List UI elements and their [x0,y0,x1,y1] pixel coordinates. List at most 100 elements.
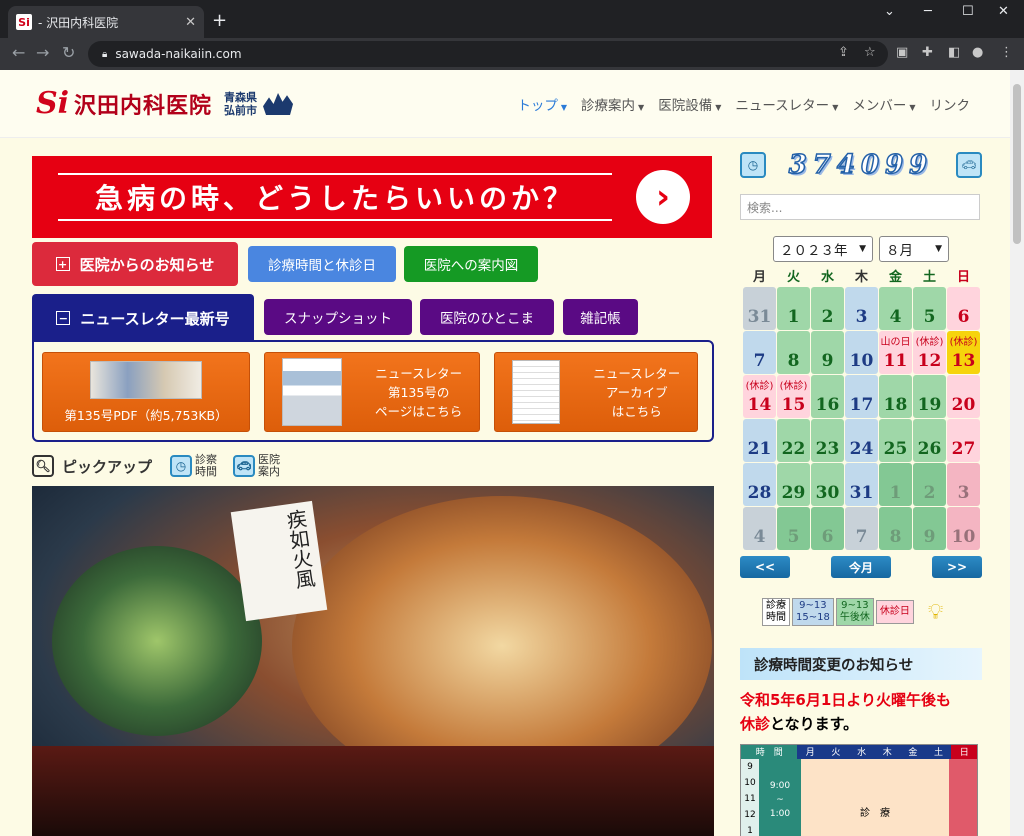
calendar-day[interactable]: 28 [743,463,776,506]
calendar-day[interactable]: 31 [845,463,878,506]
calendar-day-number: 19 [917,395,942,415]
calendar-day[interactable]: 19 [913,375,946,418]
calendar-day[interactable]: 5 [777,507,810,550]
extension-translate-icon[interactable]: ▣ [896,45,908,60]
calendar-day[interactable]: 4 [879,287,912,330]
calendar-day[interactable]: 3 [947,463,980,506]
calendar-day[interactable]: 10 [947,507,980,550]
month-select[interactable]: ８月 ▼ [879,236,949,262]
lightbulb-icon[interactable]: 💡︎ [928,600,943,625]
menu-link[interactable]: リンク [930,94,971,114]
calendar-day[interactable]: 29 [777,463,810,506]
newsletter-archive-button[interactable]: ニュースレター アーカイブ はこちら [494,352,698,432]
zakki-button[interactable]: 雑記帳 [563,299,638,335]
emergency-banner[interactable]: 急病の時、どうしたらいいのか？ › [32,156,712,238]
newsletter-pdf-button[interactable]: 第135号PDF（約5,753KB） [42,352,250,432]
newsletter-pdf-label: 第135号PDF（約5,753KB） [64,407,228,423]
menu-top[interactable]: トップ ▼ [517,94,567,114]
menu-member[interactable]: メンバー ▼ [852,94,915,114]
share-icon[interactable]: ⇪ [838,45,849,60]
maximize-icon[interactable]: ☐ [962,4,974,19]
logo-city: 弘前市 [224,104,258,117]
clock-icon[interactable]: ◷ [170,455,193,477]
site-logo[interactable]: Si 沢田内科医院 青森県 弘前市 [36,86,294,122]
calendar-day[interactable]: 21 [743,419,776,462]
menu-newsletter[interactable]: ニュースレター ▼ [735,94,838,114]
kebab-menu-icon[interactable]: ⋮ [1000,45,1013,60]
calendar-day[interactable]: (休診) 15 [777,375,810,418]
info-button[interactable]: + 医院からのお知らせ [32,242,238,286]
bookmark-star-icon[interactable]: ☆ [864,45,876,60]
menu-shinryo[interactable]: 診療案内 ▼ [581,94,644,114]
calendar-day[interactable]: 22 [777,419,810,462]
extensions-icon[interactable]: ✚ [922,45,933,60]
calendar-day[interactable]: 9 [913,507,946,550]
calendar-day[interactable]: 27 [947,419,980,462]
next-month-button[interactable]: >> [932,556,982,578]
calendar-day[interactable]: 9 [811,331,844,374]
scrollbar-thumb[interactable] [1013,84,1021,244]
calendar-day[interactable]: 1 [777,287,810,330]
search-input[interactable]: 検索... [740,194,980,220]
calendar-day[interactable]: 4 [743,507,776,550]
profile-avatar-icon[interactable]: ● [972,45,983,60]
pickup-hours-link[interactable]: 診察 時間 [195,454,217,478]
calendar-day[interactable]: 1 [879,463,912,506]
car-icon[interactable]: 🚗︎ [233,455,256,477]
calendar-day[interactable]: 31 [743,287,776,330]
calendar-day[interactable]: 30 [811,463,844,506]
calendar-day[interactable]: 5 [913,287,946,330]
calendar-day[interactable]: 8 [879,507,912,550]
car-icon[interactable]: 🚗︎ [955,152,982,178]
calendar-day[interactable]: 7 [743,331,776,374]
hitokoma-button[interactable]: 医院のひとこま [420,299,554,335]
calendar-day[interactable]: (休診) 12 [913,331,946,374]
tab-search-icon[interactable]: ⌄ [884,4,895,19]
map-button[interactable]: 医院への案内図 [404,246,538,282]
calendar-day[interactable]: 6 [947,287,980,330]
hours-table: 時 間 月 火 水 木 金 土 日 9 10 11 12 1 9:00 ~1:00 診 療… [740,744,978,836]
calendar-day[interactable]: (休診) 13 [947,331,980,374]
calendar-day[interactable]: 26 [913,419,946,462]
pickup-guide-link[interactable]: 医院 案内 [258,454,280,478]
calendar-day[interactable]: 17 [845,375,878,418]
close-window-icon[interactable]: ✕ [998,4,1009,19]
reload-icon[interactable]: ↻ [62,43,75,62]
current-month-button[interactable]: 今月 [831,556,891,578]
menu-setsubi[interactable]: 医院設備 ▼ [658,94,721,114]
calendar-day[interactable]: 7 [845,507,878,550]
prev-month-button[interactable]: << [740,556,790,578]
tab-close-icon[interactable]: ✕ [185,15,196,30]
minimize-icon[interactable]: ─ [924,4,932,19]
address-bar[interactable]: 🔒︎ sawada-naikaiin.com [88,41,888,67]
back-icon[interactable]: ← [12,43,25,62]
calendar-day[interactable]: 3 [845,287,878,330]
hours-table-sunday: 休 [949,759,977,836]
calendar-day-number: 10 [849,351,874,371]
calendar-day[interactable]: 16 [811,375,844,418]
calendar-day[interactable]: 6 [811,507,844,550]
calendar-day[interactable]: 24 [845,419,878,462]
calendar-day[interactable]: 25 [879,419,912,462]
year-select[interactable]: ２０２３年 ▼ [773,236,873,262]
side-panel-icon[interactable]: ◧ [948,45,960,60]
snapshot-button[interactable]: スナップショット [264,299,412,335]
newsletter-page-button[interactable]: ニュースレター 第135号の ページはこちら [264,352,480,432]
calendar-day[interactable]: 8 [777,331,810,374]
browser-tab[interactable]: Si - 沢田内科医院 ✕ [8,6,204,38]
calendar-day[interactable]: 23 [811,419,844,462]
newsletter-latest-tab[interactable]: − ニュースレター最新号 [32,294,254,342]
forward-icon[interactable]: → [36,43,49,62]
calendar-day[interactable]: 18 [879,375,912,418]
new-tab-button[interactable]: + [212,10,227,31]
calendar-day[interactable]: 2 [811,287,844,330]
hours-button[interactable]: 診療時間と休診日 [248,246,396,282]
calendar-day[interactable]: 2 [913,463,946,506]
calendar-day[interactable]: (休診) 14 [743,375,776,418]
calendar-day[interactable]: 20 [947,375,980,418]
calendar-day[interactable]: 山の日 11 [879,331,912,374]
calendar-day-number: 31 [849,483,874,503]
page-scrollbar[interactable] [1010,70,1024,836]
calendar-day[interactable]: 10 [845,331,878,374]
clock-icon[interactable]: ◷ [740,152,766,178]
